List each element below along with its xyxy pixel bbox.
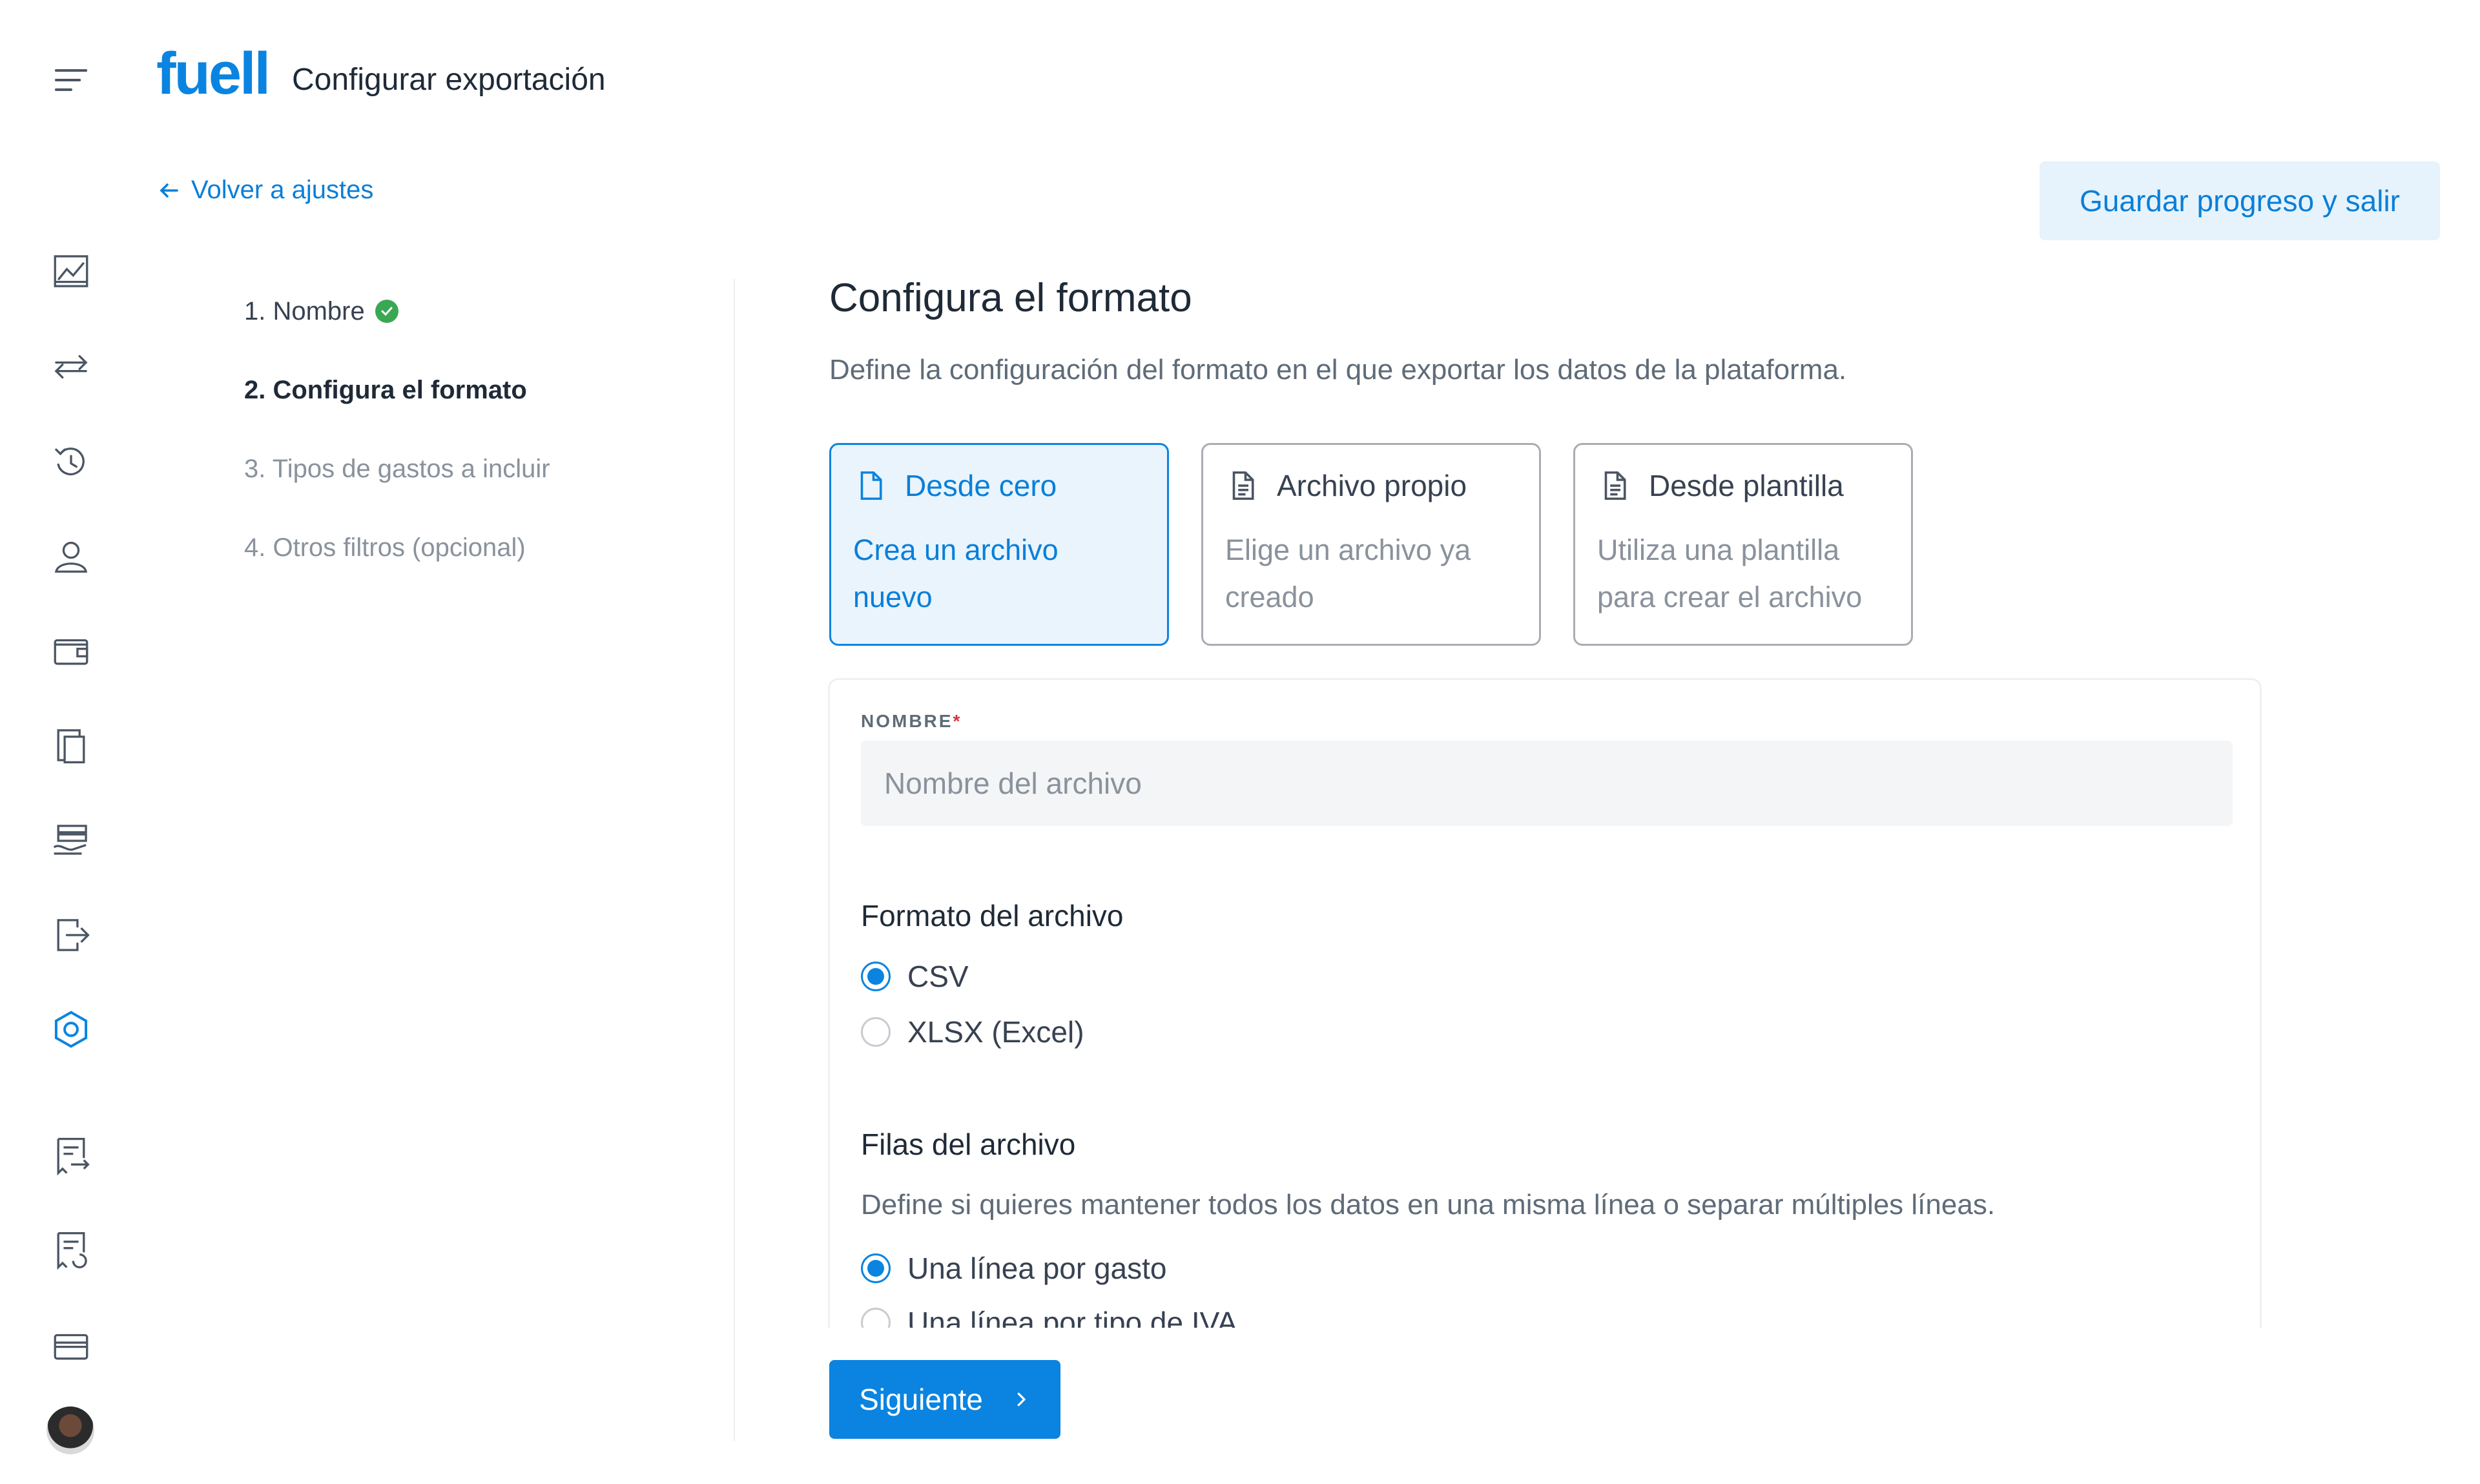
card-description: Elige un archivo ya creado [1225,533,1471,613]
fuell-logo: fuell [156,41,271,107]
format-form-panel: NOMBRE* Formato del archivo CSV XLSX (Ex… [828,678,2262,1328]
menu-icon[interactable] [45,54,97,106]
avatar[interactable] [46,1407,94,1454]
step-name[interactable]: 1. Nombre [244,297,550,376]
analytics-icon[interactable] [45,245,97,297]
radio-csv[interactable]: CSV [861,959,969,994]
receipt-transfer-icon[interactable] [45,1130,97,1182]
card-own-file[interactable]: Archivo propio Elige un archivo ya cread… [1201,443,1541,646]
card-title: Archivo propio [1277,469,1467,502]
save-and-exit-button[interactable]: Guardar progreso y salir [2040,161,2440,240]
card-title: Desde plantilla [1649,469,1844,502]
chevron-right-icon [1017,1392,1026,1407]
blank-file-icon [860,471,882,500]
card-icon[interactable] [45,1320,97,1372]
step-other-filters[interactable]: 4. Otros filtros (opcional) [244,533,550,612]
step-label: 4. Otros filtros (opcional) [244,533,526,562]
rows-group-description: Define si quieres mantener todos los dat… [861,1189,1996,1221]
radio-one-line-per-vat[interactable]: Una línea por tipo de IVA [861,1305,1237,1328]
history-icon[interactable] [45,437,97,488]
stepper: 1. Nombre 2. Configura el formato 3. Tip… [244,297,550,612]
radio-xlsx[interactable]: XLSX (Excel) [861,1015,1084,1049]
section-description: Define la configuración del formato en e… [829,354,1847,386]
export-icon[interactable] [45,909,97,961]
radio-label: XLSX (Excel) [907,1015,1084,1049]
radio-one-line-per-expense[interactable]: Una línea por gasto [861,1251,1167,1286]
text-file-icon [1232,471,1254,500]
next-button[interactable]: Siguiente [829,1360,1060,1439]
divider [734,279,735,1441]
back-to-settings-link[interactable]: Volver a ajustes [158,176,373,205]
rows-group-title: Filas del archivo [861,1128,1076,1161]
card-description: Utiliza una plantilla para crear el arch… [1597,533,1863,613]
radio-button[interactable] [861,1308,891,1328]
card-title: Desde cero [905,469,1057,502]
settings-icon[interactable] [45,1004,97,1055]
radio-button[interactable] [861,962,891,991]
step-expense-types[interactable]: 3. Tipos de gastos a incluir [244,455,550,533]
wallet-icon[interactable] [45,625,97,677]
name-field-label: NOMBRE* [861,711,962,731]
receipt-refund-icon[interactable] [45,1224,97,1276]
transfer-icon[interactable] [45,341,97,393]
arrow-left-icon [160,183,178,198]
user-icon[interactable] [45,531,97,582]
payments-icon[interactable] [45,815,97,867]
radio-button[interactable] [861,1253,891,1283]
next-button-label: Siguiente [859,1383,983,1416]
card-description: Crea un archivo nuevo [853,533,1059,613]
file-name-input[interactable] [861,741,2233,826]
card-from-scratch[interactable]: Desde cero Crea un archivo nuevo [829,443,1169,646]
source-card-group: Desde cero Crea un archivo nuevo Archivo… [829,443,1913,646]
step-label: 1. Nombre [244,297,365,325]
radio-label: Una línea por tipo de IVA [907,1306,1237,1328]
documents-icon[interactable] [45,719,97,771]
template-file-icon [1604,471,1626,500]
page-title: Configurar exportación [292,63,606,97]
step-label: 2. Configura el formato [244,376,527,404]
card-from-template[interactable]: Desde plantilla Utiliza una plantilla pa… [1573,443,1913,646]
radio-label: CSV [907,960,969,993]
required-mark: * [953,711,962,731]
back-link-label: Volver a ajustes [191,176,374,204]
step-label: 3. Tipos de gastos a incluir [244,455,550,483]
radio-button[interactable] [861,1017,891,1047]
section-title: Configura el formato [829,276,1192,320]
step-format[interactable]: 2. Configura el formato [244,376,550,455]
check-circle-icon [375,300,398,323]
format-group-title: Formato del archivo [861,899,1124,933]
side-rail [0,0,142,1484]
radio-label: Una línea por gasto [907,1252,1167,1285]
